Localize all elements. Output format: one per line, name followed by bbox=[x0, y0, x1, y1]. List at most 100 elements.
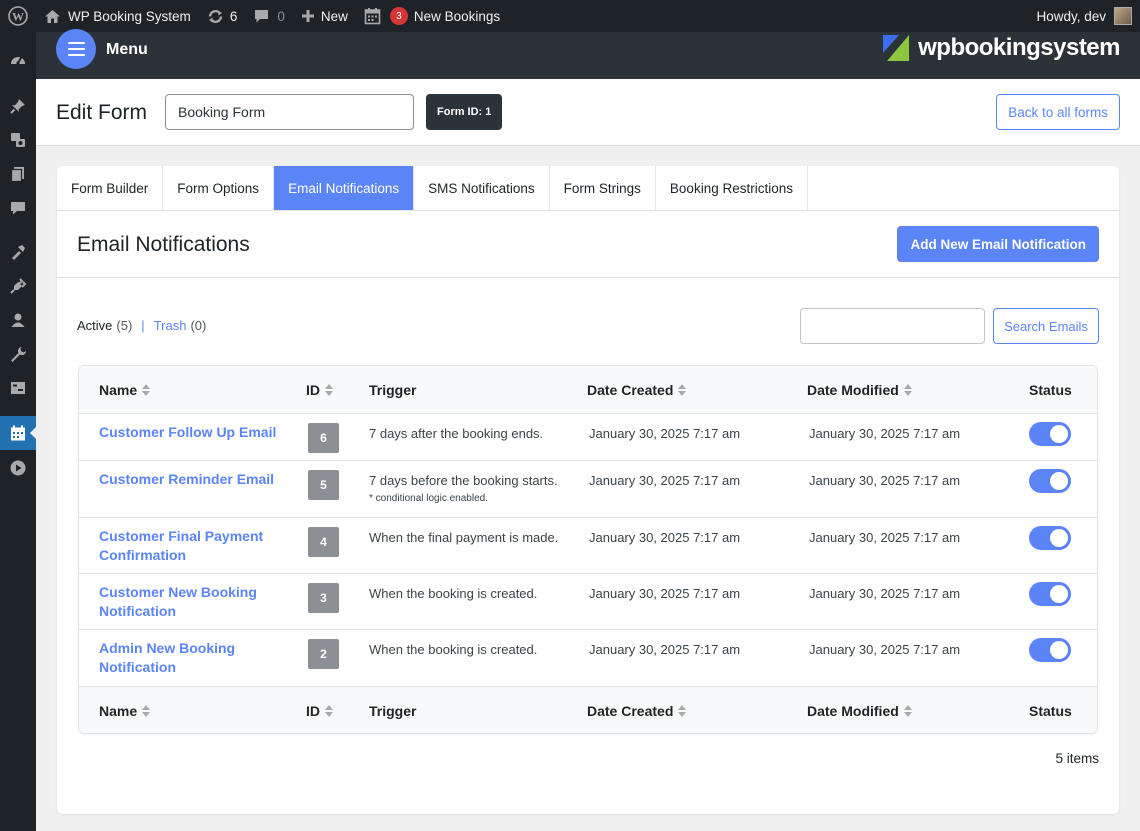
notification-status-toggle[interactable] bbox=[1029, 469, 1071, 493]
notification-name-link[interactable]: Customer New Booking Notification bbox=[99, 583, 279, 621]
comments-icon[interactable] bbox=[0, 191, 36, 225]
tab-booking-restrictions[interactable]: Booking Restrictions bbox=[656, 166, 808, 210]
form-name-input[interactable] bbox=[165, 94, 414, 130]
column-id-header[interactable]: ID bbox=[306, 703, 333, 719]
add-new-email-notification-button[interactable]: Add New Email Notification bbox=[897, 226, 1099, 262]
settings-icon[interactable] bbox=[0, 371, 36, 405]
tools-icon[interactable] bbox=[0, 337, 36, 371]
form-settings-card: Form Builder Form Options Email Notifica… bbox=[57, 166, 1119, 814]
site-name-link[interactable]: WP Booking System bbox=[36, 0, 199, 32]
new-bookings-badge: 3 bbox=[389, 7, 408, 25]
brand-logo: wpbookingsystem bbox=[883, 32, 1120, 64]
filter-trash-link[interactable]: Trash bbox=[154, 318, 187, 333]
new-content-link[interactable]: New bbox=[293, 0, 356, 32]
notification-date-modified: January 30, 2025 7:17 am bbox=[809, 426, 961, 441]
media-icon[interactable] bbox=[0, 123, 36, 157]
column-id-label: ID bbox=[306, 703, 320, 719]
column-id-label: ID bbox=[306, 382, 320, 398]
notification-date-modified: January 30, 2025 7:17 am bbox=[809, 642, 961, 657]
calendar-icon bbox=[364, 7, 381, 25]
column-trigger-header: Trigger bbox=[369, 382, 416, 398]
posts-pin-icon[interactable] bbox=[0, 89, 36, 123]
tab-form-strings[interactable]: Form Strings bbox=[550, 166, 656, 210]
site-name: WP Booking System bbox=[68, 8, 191, 24]
column-date-modified-header[interactable]: Date Modified bbox=[807, 382, 912, 398]
form-tabs: Form Builder Form Options Email Notifica… bbox=[57, 166, 1119, 211]
howdy-text: Howdy, dev bbox=[1036, 8, 1106, 24]
users-icon[interactable] bbox=[0, 303, 36, 337]
notification-trigger: When the booking is created. bbox=[369, 642, 538, 657]
notification-trigger: When the booking is created. bbox=[369, 586, 538, 601]
column-name-header[interactable]: Name bbox=[99, 703, 151, 719]
status-filters: Active (5) | Trash (0) bbox=[77, 318, 206, 333]
dashboard-icon[interactable] bbox=[0, 43, 36, 77]
column-status-header: Status bbox=[1029, 382, 1072, 398]
column-date-created-header[interactable]: Date Created bbox=[587, 382, 687, 398]
notification-status-toggle[interactable] bbox=[1029, 638, 1071, 662]
column-date-created-header[interactable]: Date Created bbox=[587, 703, 687, 719]
new-label: New bbox=[320, 8, 348, 24]
wordpress-logo-icon[interactable]: W bbox=[0, 0, 36, 32]
tab-form-options[interactable]: Form Options bbox=[163, 166, 275, 210]
notification-name-link[interactable]: Customer Final Payment Confirmation bbox=[99, 527, 279, 565]
notification-date-created: January 30, 2025 7:17 am bbox=[589, 426, 741, 441]
sort-icon bbox=[678, 705, 687, 717]
hamburger-menu-icon[interactable] bbox=[56, 29, 96, 69]
avatar bbox=[1114, 7, 1132, 25]
tab-email-notifications[interactable]: Email Notifications bbox=[274, 166, 415, 210]
filter-trash-count: (0) bbox=[190, 318, 207, 333]
edit-form-bar: Edit Form Form ID: 1 Back to all forms bbox=[36, 79, 1140, 146]
notification-date-modified: January 30, 2025 7:17 am bbox=[809, 530, 961, 545]
column-date-modified-label: Date Modified bbox=[807, 382, 899, 398]
pages-icon[interactable] bbox=[0, 157, 36, 191]
new-bookings-link[interactable]: 3 New Bookings bbox=[356, 0, 508, 32]
search-emails-button[interactable]: Search Emails bbox=[993, 308, 1099, 344]
sort-icon bbox=[325, 705, 333, 717]
email-notifications-table: Name ID Trigger Date Created Date Modifi… bbox=[78, 365, 1098, 734]
back-to-all-forms-button[interactable]: Back to all forms bbox=[996, 94, 1120, 130]
admin-bar: W WP Booking System 6 0 New 3 New Bookin… bbox=[0, 0, 1140, 32]
comments-icon bbox=[253, 8, 270, 24]
sort-icon bbox=[325, 384, 333, 396]
sort-icon bbox=[142, 384, 151, 396]
search-emails-input[interactable] bbox=[800, 308, 985, 344]
sort-icon bbox=[142, 705, 151, 717]
notification-date-created: January 30, 2025 7:17 am bbox=[589, 473, 741, 488]
column-date-created-label: Date Created bbox=[587, 703, 674, 719]
active-menu-arrow bbox=[30, 426, 37, 440]
section-header: Email Notifications Add New Email Notifi… bbox=[57, 211, 1119, 278]
booking-system-calendar-icon[interactable] bbox=[0, 416, 37, 450]
video-play-icon[interactable] bbox=[0, 451, 36, 485]
conditional-logic-note: * conditional logic enabled. bbox=[369, 493, 488, 504]
notification-status-toggle[interactable] bbox=[1029, 526, 1071, 550]
notification-name-link[interactable]: Customer Follow Up Email bbox=[99, 423, 279, 442]
notification-date-created: January 30, 2025 7:17 am bbox=[589, 586, 741, 601]
tab-form-builder[interactable]: Form Builder bbox=[57, 166, 164, 210]
notification-name-link[interactable]: Customer Reminder Email bbox=[99, 470, 279, 489]
comments-count: 0 bbox=[277, 8, 285, 24]
tab-sms-notifications[interactable]: SMS Notifications bbox=[414, 166, 550, 210]
notification-trigger: When the final payment is made. bbox=[369, 530, 559, 545]
table-row: Customer Final Payment Confirmation 4 Wh… bbox=[79, 518, 1097, 574]
notification-id-badge: 4 bbox=[308, 527, 339, 557]
column-id-header[interactable]: ID bbox=[306, 382, 333, 398]
notification-date-modified: January 30, 2025 7:17 am bbox=[809, 473, 961, 488]
svg-text:W: W bbox=[12, 10, 24, 24]
plugin-header: Menu wpbookingsystem bbox=[36, 29, 1140, 79]
sort-icon bbox=[903, 705, 912, 717]
plugins-icon[interactable] bbox=[0, 269, 36, 303]
updates-link[interactable]: 6 bbox=[199, 0, 246, 32]
column-name-header[interactable]: Name bbox=[99, 382, 151, 398]
column-name-label: Name bbox=[99, 703, 138, 719]
filter-separator: | bbox=[141, 318, 145, 333]
table-header: Name ID Trigger Date Created Date Modifi… bbox=[79, 366, 1097, 414]
account-menu[interactable]: Howdy, dev bbox=[1036, 7, 1140, 25]
notification-status-toggle[interactable] bbox=[1029, 422, 1071, 446]
appearance-icon[interactable] bbox=[0, 235, 36, 269]
notification-status-toggle[interactable] bbox=[1029, 582, 1071, 606]
filter-active-link[interactable]: Active bbox=[77, 318, 112, 333]
column-date-modified-header[interactable]: Date Modified bbox=[807, 703, 912, 719]
comments-link[interactable]: 0 bbox=[245, 0, 293, 32]
column-trigger-label: Trigger bbox=[369, 382, 417, 398]
notification-name-link[interactable]: Admin New Booking Notification bbox=[99, 639, 279, 677]
